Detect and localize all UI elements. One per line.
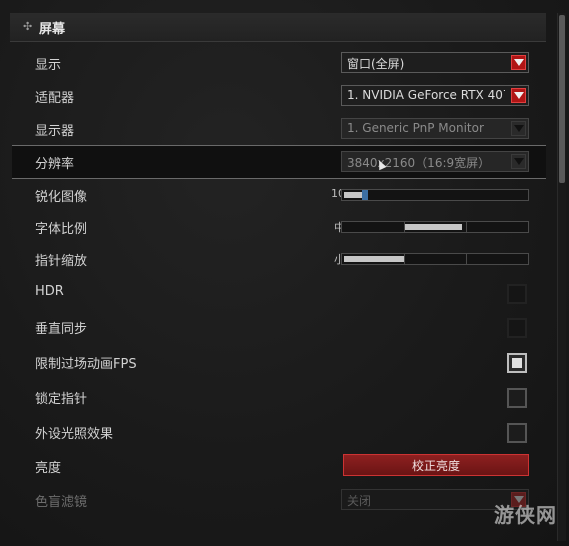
setting-label: 分辨率 [35,157,75,172]
setting-row-limit-cutscene-fps: 限制过场动画FPS [12,346,546,378]
setting-row-brightness: 亮度 校正亮度 [12,452,546,484]
slider-segment-divider [404,254,405,264]
peripheral-lighting-checkbox[interactable] [507,423,527,443]
setting-label: 色盲滤镜 [35,495,88,510]
setting-label: HDR [35,284,64,299]
monitor-dropdown[interactable]: 1. Generic PnP Monitor [341,118,529,139]
setting-label: 指针缩放 [35,254,88,269]
chevron-down-icon[interactable] [511,154,526,169]
setting-row-lock-cursor: 锁定指针 [12,381,546,413]
cursor-scale-slider[interactable] [341,253,529,265]
chevron-down-icon[interactable] [511,121,526,136]
chevron-down-icon[interactable] [511,88,526,103]
sharpen-slider[interactable] [341,189,529,201]
setting-row-sharpen: 锐化图像 10 [12,179,546,211]
resolution-dropdown[interactable]: 3840x2160（16:9宽屏） [341,151,529,172]
setting-row-adapter: 适配器 1. NVIDIA GeForce RTX 4070 T [12,80,546,112]
slider-fill [344,192,362,198]
dropdown-value: 1. Generic PnP Monitor [347,121,484,135]
scrollbar[interactable] [557,13,566,541]
chevron-down-icon[interactable] [511,55,526,70]
dropdown-value: 1. NVIDIA GeForce RTX 4070 T [347,88,505,102]
dropdown-value: 窗口(全屏) [347,57,405,71]
setting-row-hdr: HDR [12,277,546,309]
setting-row-resolution: 分辨率 3840x2160（16:9宽屏） [12,145,546,179]
calibrate-brightness-button[interactable]: 校正亮度 [343,454,529,476]
setting-label: 限制过场动画FPS [35,357,137,372]
display-mode-dropdown[interactable]: 窗口(全屏) [341,52,529,73]
setting-label: 亮度 [35,461,62,476]
setting-row-peripheral-lighting: 外设光照效果 [12,416,546,448]
setting-label: 锁定指针 [35,392,88,407]
slider-fill [344,256,404,262]
lock-cursor-checkbox[interactable] [507,388,527,408]
slider-segment-divider [466,222,467,232]
hdr-checkbox[interactable] [507,284,527,304]
limit-cutscene-fps-checkbox[interactable] [507,353,527,373]
section-header[interactable]: ✣ 屏幕 [10,13,546,42]
scrollbar-thumb[interactable] [559,15,565,183]
slider-segment-divider [466,254,467,264]
settings-panel: ✣ 屏幕 显示 窗口(全屏) 适配器 1. NVIDIA GeForce RTX… [0,0,569,546]
font-scale-slider[interactable] [341,221,529,233]
setting-label: 锐化图像 [35,190,88,205]
setting-label: 适配器 [35,91,75,106]
setting-row-colorblind-filter: 色盲滤镜 关闭 [12,484,546,516]
vsync-checkbox[interactable] [507,318,527,338]
watermark-logo: 游侠网 [494,503,557,527]
setting-row-font-scale: 字体比例 中 [12,211,546,243]
slider-fill [405,224,462,230]
setting-row-display-mode: 显示 窗口(全屏) [12,47,546,79]
setting-label: 显示 [35,58,62,73]
adapter-dropdown[interactable]: 1. NVIDIA GeForce RTX 4070 T [341,85,529,106]
crosshair-icon: ✣ [23,20,33,33]
setting-label: 垂直同步 [35,322,88,337]
setting-label: 显示器 [35,124,75,139]
dropdown-value: 关闭 [347,494,372,508]
dropdown-value: 3840x2160（16:9宽屏） [347,156,491,170]
setting-label: 外设光照效果 [35,427,114,442]
section-title: 屏幕 [39,22,66,37]
setting-row-monitor: 显示器 1. Generic PnP Monitor [12,113,546,145]
setting-label: 字体比例 [35,222,88,237]
setting-row-cursor-scale: 指针缩放 小 [12,243,546,275]
setting-row-vsync: 垂直同步 [12,311,546,343]
slider-thumb[interactable] [362,190,368,200]
